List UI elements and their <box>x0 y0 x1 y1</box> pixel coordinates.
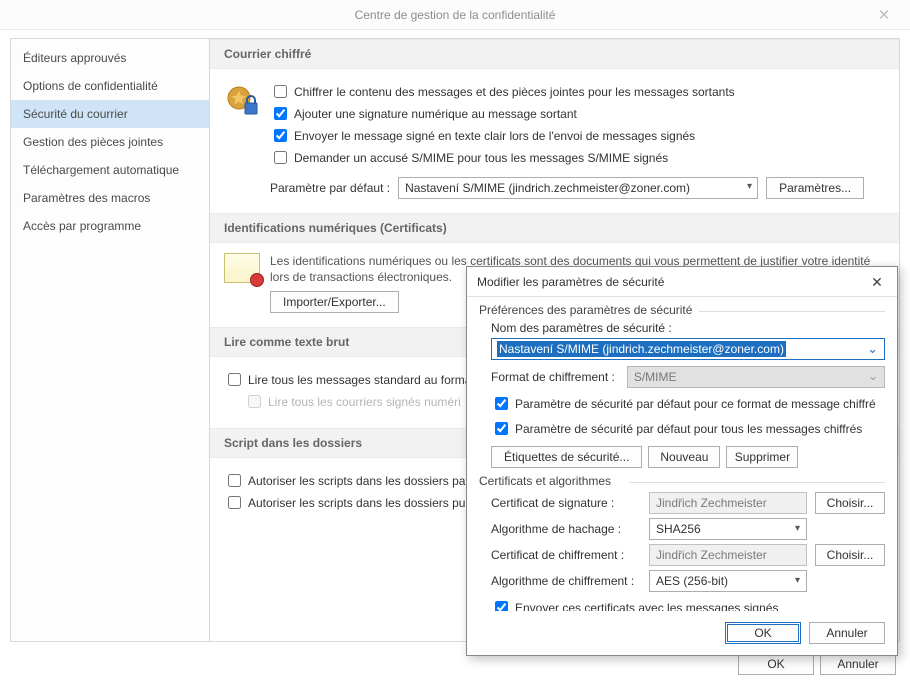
settings-button[interactable]: Paramètres... <box>766 177 864 199</box>
group-preferences-label: Préférences des paramètres de sécurité <box>479 303 885 317</box>
label-allow-shared-folder-script: Autoriser les scripts dans les dossiers … <box>248 474 479 488</box>
checkbox-request-smime-receipt[interactable] <box>274 151 287 164</box>
checkbox-read-signed-plain <box>248 395 261 408</box>
main-ok-button[interactable]: OK <box>738 653 814 675</box>
sidebar-item-automatic-download[interactable]: Téléchargement automatique <box>11 156 209 184</box>
crypt-format-combo: S/MIME <box>627 366 885 388</box>
signing-cert-field: Jindřich Zechmeister <box>649 492 807 514</box>
label-send-cleartext-signed: Envoyer le message signé en texte clair … <box>294 129 695 143</box>
label-default-setting: Paramètre par défaut : <box>270 181 390 195</box>
sidebar-item-email-security[interactable]: Sécurité du courrier <box>11 100 209 128</box>
signing-cert-value: Jindřich Zechmeister <box>656 496 767 510</box>
checkbox-send-cleartext-signed[interactable] <box>274 129 287 142</box>
security-settings-name-combo[interactable]: Nastavení S/MIME (jindrich.zechmeister@z… <box>491 338 885 360</box>
checkbox-allow-public-folder-script[interactable] <box>228 496 241 509</box>
label-add-digital-signature: Ajouter une signature numérique au messa… <box>294 107 577 121</box>
sidebar-item-attachment-handling[interactable]: Gestion des pièces jointes <box>11 128 209 156</box>
checkbox-send-certs-with-signed[interactable] <box>495 601 508 611</box>
section-header-digital-ids: Identifications numériques (Certificats) <box>210 213 899 243</box>
sidebar: Éditeurs approuvés Options de confidenti… <box>10 38 210 642</box>
window-close-button[interactable]: ✕ <box>864 2 904 28</box>
modal-cancel-button[interactable]: Annuler <box>809 622 885 644</box>
new-button[interactable]: Nouveau <box>648 446 720 468</box>
default-setting-value: Nastavení S/MIME (jindrich.zechmeister@z… <box>405 181 690 195</box>
group-certs-label: Certificats et algorithmes <box>479 474 885 488</box>
security-settings-name-label: Nom des paramètres de sécurité : <box>491 321 885 335</box>
choose-signing-cert-button[interactable]: Choisir... <box>815 492 885 514</box>
sidebar-item-privacy-options[interactable]: Options de confidentialité <box>11 72 209 100</box>
encryption-cert-value: Jindřich Zechmeister <box>656 548 767 562</box>
label-read-signed-plain: Lire tous les courriers signés numéri <box>268 395 461 409</box>
encryption-algo-label: Algorithme de chiffrement : <box>491 574 641 588</box>
signing-cert-label: Certificat de signature : <box>491 496 641 510</box>
sidebar-item-macro-settings[interactable]: Paramètres des macros <box>11 184 209 212</box>
modify-security-settings-dialog: Modifier les paramètres de sécurité ✕ Pr… <box>466 266 898 656</box>
checkbox-add-digital-signature[interactable] <box>274 107 287 120</box>
encryption-cert-field: Jindřich Zechmeister <box>649 544 807 566</box>
main-cancel-button[interactable]: Annuler <box>820 653 896 675</box>
label-send-certs-with-signed: Envoyer ces certificats avec les message… <box>515 601 778 612</box>
label-request-smime-receipt: Demander un accusé S/MIME pour tous les … <box>294 151 668 165</box>
modal-footer: OK Annuler <box>467 611 897 655</box>
checkbox-read-standard-plain[interactable] <box>228 373 241 386</box>
checkbox-default-for-all[interactable] <box>495 422 508 435</box>
sidebar-item-programmatic-access[interactable]: Accès par programme <box>11 212 209 240</box>
modal-titlebar: Modifier les paramètres de sécurité ✕ <box>467 267 897 297</box>
modal-close-button[interactable]: ✕ <box>863 272 891 292</box>
checkbox-default-for-format[interactable] <box>495 397 508 410</box>
crypt-format-label: Format de chiffrement : <box>491 370 615 384</box>
section-header-encrypted-mail: Courrier chiffré <box>210 39 899 69</box>
encryption-algo-value: AES (256-bit) <box>656 574 728 588</box>
hash-algo-combo[interactable]: SHA256 <box>649 518 807 540</box>
certificate-document-icon <box>224 253 260 283</box>
import-export-button[interactable]: Importer/Exporter... <box>270 291 399 313</box>
modal-ok-button[interactable]: OK <box>725 622 801 644</box>
delete-button[interactable]: Supprimer <box>726 446 798 468</box>
hash-algo-label: Algorithme de hachage : <box>491 522 641 536</box>
certificate-lock-icon <box>224 83 260 119</box>
label-default-for-all: Paramètre de sécurité par défaut pour to… <box>515 422 862 436</box>
window-titlebar: Centre de gestion de la confidentialité … <box>0 0 910 30</box>
security-settings-name-value: Nastavení S/MIME (jindrich.zechmeister@z… <box>497 341 786 357</box>
choose-encryption-cert-button[interactable]: Choisir... <box>815 544 885 566</box>
window-title: Centre de gestion de la confidentialité <box>355 8 556 22</box>
hash-algo-value: SHA256 <box>656 522 701 536</box>
modal-title-text: Modifier les paramètres de sécurité <box>477 275 664 289</box>
checkbox-allow-shared-folder-script[interactable] <box>228 474 241 487</box>
encryption-algo-combo[interactable]: AES (256-bit) <box>649 570 807 592</box>
label-allow-public-folder-script: Autoriser les scripts dans les dossiers … <box>248 496 475 510</box>
label-default-for-format: Paramètre de sécurité par défaut pour ce… <box>515 397 876 411</box>
sidebar-item-trusted-publishers[interactable]: Éditeurs approuvés <box>11 44 209 72</box>
label-encrypt-outgoing: Chiffrer le contenu des messages et des … <box>294 85 735 99</box>
checkbox-encrypt-outgoing[interactable] <box>274 85 287 98</box>
label-read-standard-plain: Lire tous les messages standard au forma… <box>248 373 475 387</box>
default-setting-dropdown[interactable]: Nastavení S/MIME (jindrich.zechmeister@z… <box>398 177 758 199</box>
crypt-format-value: S/MIME <box>634 370 677 384</box>
encryption-cert-label: Certificat de chiffrement : <box>491 548 641 562</box>
security-labels-button[interactable]: Étiquettes de sécurité... <box>491 446 642 468</box>
